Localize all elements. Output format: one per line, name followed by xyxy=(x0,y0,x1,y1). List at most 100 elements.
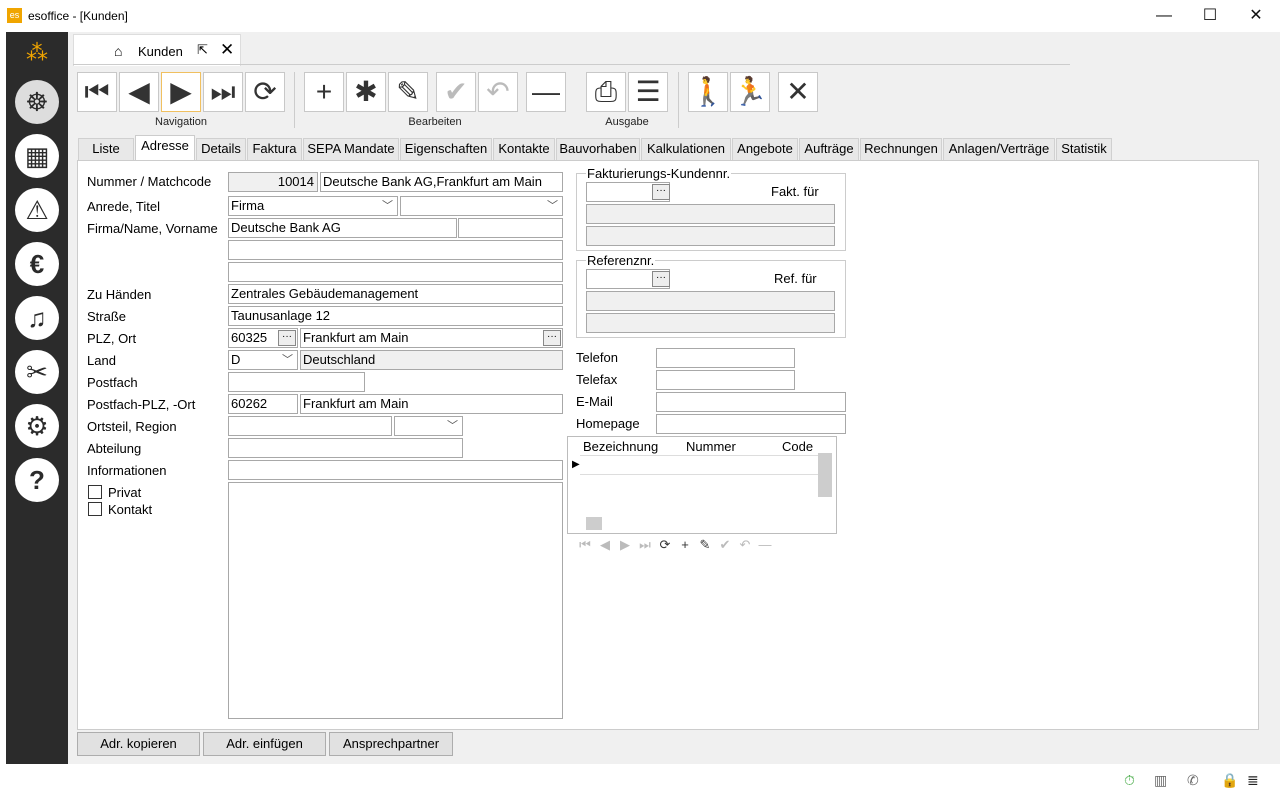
tab-kalkulationen[interactable]: Kalkulationen xyxy=(641,138,731,160)
building-icon[interactable]: ▥ xyxy=(1154,772,1167,789)
new-asterisk-button[interactable]: ✱ xyxy=(346,72,386,112)
sidebar-help-icon[interactable]: ? xyxy=(15,458,59,502)
last-record-button[interactable]: ⏭ xyxy=(203,72,243,112)
tab-anlagen-vertraege[interactable]: Anlagen/Verträge xyxy=(943,138,1055,160)
close-tab-icon[interactable]: ✕ xyxy=(220,40,234,60)
telefax-field[interactable] xyxy=(656,370,795,390)
email-field[interactable] xyxy=(656,392,846,412)
pf-ort-field[interactable]: Frankfurt am Main xyxy=(300,394,563,414)
grid-undo-icon[interactable]: ↶ xyxy=(736,536,754,554)
timer-icon[interactable]: ⏱ xyxy=(1124,772,1135,789)
contact-grid[interactable]: Bezeichnung Nummer Code ▶ xyxy=(567,436,837,534)
tab-details[interactable]: Details xyxy=(196,138,246,160)
sidebar-alarm-icon[interactable]: ⚠ xyxy=(15,188,59,232)
print-button[interactable]: ⎙ xyxy=(586,72,626,112)
abteilung-field[interactable] xyxy=(228,438,463,458)
grid-horizontal-scrollbar[interactable] xyxy=(586,517,602,530)
anrede-select[interactable]: Firma ﹀ xyxy=(228,196,398,216)
grid-prev-icon[interactable]: ◀ xyxy=(596,536,614,554)
plz-lookup-button[interactable]: ··· xyxy=(278,330,296,346)
tab-auftraege[interactable]: Aufträge xyxy=(799,138,859,160)
grid-last-icon[interactable]: ⏭ xyxy=(636,536,654,554)
region-select[interactable]: ﹀ xyxy=(394,416,463,436)
first-record-button[interactable]: ⏮ xyxy=(77,72,117,112)
grid-edit-icon[interactable]: ✎ xyxy=(696,536,714,554)
database-icon[interactable]: ≣ xyxy=(1247,772,1259,789)
ortsteil-field[interactable] xyxy=(228,416,392,436)
lock-icon[interactable]: 🔒 xyxy=(1221,772,1238,789)
sidebar-planner-icon[interactable]: ▦ xyxy=(15,134,59,178)
privat-checkbox[interactable] xyxy=(88,485,102,499)
grid-add-icon[interactable]: + xyxy=(676,536,694,554)
undo-button[interactable]: ↶ xyxy=(478,72,518,112)
minimize-button[interactable]: — xyxy=(1141,0,1187,32)
matchcode-field[interactable]: Deutsche Bank AG,Frankfurt am Main xyxy=(320,172,563,192)
popout-icon[interactable]: ⇱ xyxy=(197,42,208,58)
contact-person-button[interactable]: Ansprechpartner xyxy=(329,732,453,756)
vorname-field[interactable] xyxy=(458,218,563,238)
ort-lookup-button[interactable]: ··· xyxy=(543,330,561,346)
strasse-field[interactable]: Taunusanlage 12 xyxy=(228,306,563,326)
fakt-lookup-button[interactable]: ··· xyxy=(652,184,670,200)
tab-adresse[interactable]: Adresse xyxy=(135,135,195,160)
grid-refresh-icon[interactable]: ⟳ xyxy=(656,536,674,554)
grid-vertical-scrollbar[interactable] xyxy=(818,453,832,497)
tab-angebote[interactable]: Angebote xyxy=(732,138,798,160)
address-paste-button[interactable]: Adr. einfügen xyxy=(203,732,326,756)
tab-faktura[interactable]: Faktura xyxy=(247,138,302,160)
zuhaenden-field[interactable]: Zentrales Gebäudemanagement xyxy=(228,284,563,304)
grid-save-icon[interactable]: ✔ xyxy=(716,536,734,554)
land-select[interactable]: D ﹀ xyxy=(228,350,298,370)
sidebar-euro-icon[interactable]: € xyxy=(15,242,59,286)
walk-runner-button[interactable]: 🚶 xyxy=(688,72,728,112)
grid-delete-icon[interactable]: — xyxy=(756,536,774,554)
informationen-field[interactable] xyxy=(228,460,563,480)
label-anrede: Anrede, Titel xyxy=(87,199,160,214)
tab-liste[interactable]: Liste xyxy=(78,138,134,160)
telefon-field[interactable] xyxy=(656,348,795,368)
edit-pencil-button[interactable]: ✎ xyxy=(388,72,428,112)
grid-first-icon[interactable]: ⏮ xyxy=(576,536,594,554)
sidebar-settings-wheel-icon[interactable]: ☸ xyxy=(15,80,59,124)
previous-record-button[interactable]: ◀ xyxy=(119,72,159,112)
grid-next-icon[interactable]: ▶ xyxy=(616,536,634,554)
homepage-field[interactable] xyxy=(656,414,846,434)
address-copy-button[interactable]: Adr. kopieren xyxy=(77,732,200,756)
pf-plz-field[interactable]: 60262 xyxy=(228,394,298,414)
tab-statistik[interactable]: Statistik xyxy=(1056,138,1112,160)
tab-kontakte[interactable]: Kontakte xyxy=(493,138,555,160)
next-record-button[interactable]: ▶ xyxy=(161,72,201,112)
delete-minus-button[interactable]: — xyxy=(526,72,566,112)
grid-row[interactable] xyxy=(580,455,820,475)
tab-bauvorhaben[interactable]: Bauvorhaben xyxy=(556,138,640,160)
land-name-field: Deutschland xyxy=(300,350,563,370)
status-bar: ⏱ ▥ ✆ 🔒 ≣ xyxy=(0,764,1280,800)
sidebar-gears-icon[interactable]: ⚙ xyxy=(15,404,59,448)
maximize-button[interactable]: ☐ xyxy=(1187,0,1233,32)
run-runner-button[interactable]: 🏃 xyxy=(730,72,770,112)
close-record-button[interactable]: ✕ xyxy=(778,72,818,112)
title-bar: es esoffice - [Kunden] — ☐ ✕ xyxy=(0,0,1280,32)
firma-field[interactable]: Deutsche Bank AG xyxy=(228,218,457,238)
add-button[interactable]: + xyxy=(304,72,344,112)
name2-field[interactable] xyxy=(228,240,563,260)
tab-sepa-mandate[interactable]: SEPA Mandate xyxy=(303,138,399,160)
notes-textarea[interactable] xyxy=(228,482,563,719)
tab-rechnungen[interactable]: Rechnungen xyxy=(860,138,942,160)
nummer-field[interactable]: 10014 xyxy=(228,172,318,192)
close-window-button[interactable]: ✕ xyxy=(1233,0,1279,32)
tab-eigenschaften[interactable]: Eigenschaften xyxy=(400,138,492,160)
document-tab-kunden[interactable]: ⌂ Kunden ⇱ ✕ xyxy=(73,34,241,66)
ort-field[interactable]: Frankfurt am Main xyxy=(300,328,563,348)
report-list-button[interactable]: ☰ xyxy=(628,72,668,112)
save-check-button[interactable]: ✔ xyxy=(436,72,476,112)
postfach-field[interactable] xyxy=(228,372,365,392)
refresh-button[interactable]: ⟳ xyxy=(245,72,285,112)
phone-icon[interactable]: ✆ xyxy=(1187,772,1199,789)
titel-select[interactable]: ﹀ xyxy=(400,196,563,216)
kontakt-checkbox[interactable] xyxy=(88,502,102,516)
sidebar-tools-icon[interactable]: ✂ xyxy=(15,350,59,394)
ref-lookup-button[interactable]: ··· xyxy=(652,271,670,287)
sidebar-headset-icon[interactable]: ♫ xyxy=(15,296,59,340)
name3-field[interactable] xyxy=(228,262,563,282)
